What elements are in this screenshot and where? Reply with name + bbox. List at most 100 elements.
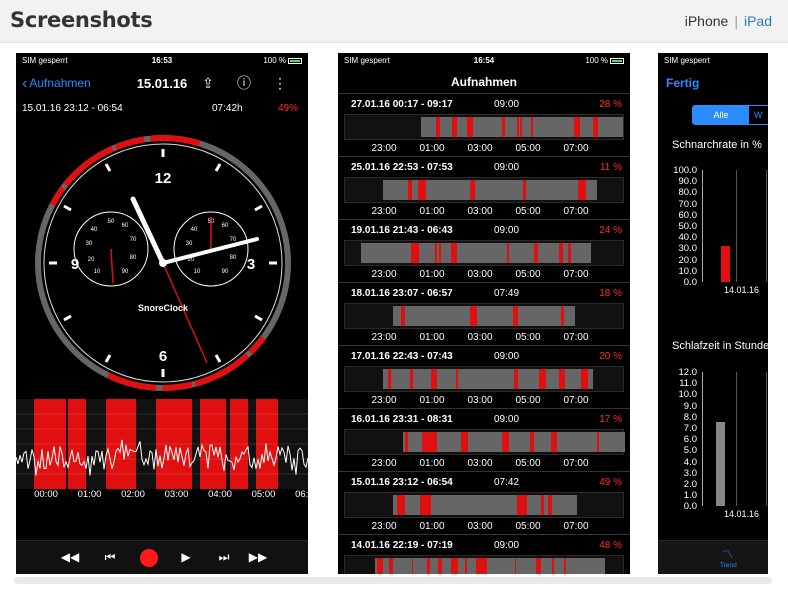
snore-segment [482,558,486,574]
axis-tick-label: 01:00 [419,521,445,532]
chart-bar[interactable] [721,246,730,282]
y-tick-label: 7.0 [683,423,697,434]
snore-segment [470,180,476,200]
left-dial-tick: 40 [91,227,98,233]
screenshot-strip[interactable]: SIM gesperrt 16:53 100 % ‹ Aufnahmen 15.0… [0,42,788,592]
recording-row[interactable]: 27.01.16 00:17 - 09:17 09:00 28 % 23:00 01:0… [338,93,630,156]
sleep-span [383,180,597,200]
left-dial-tick: 50 [108,219,115,225]
skip-back-icon[interactable]: ⏮ [105,550,116,565]
snore-segment [520,117,522,137]
app-store-screenshots-section: Screenshots iPhone | iPad SIM gesperrt 16:… [0,0,788,592]
recording-row[interactable]: 17.01.16 22:43 - 07:43 09:00 20 % 23:00 01:0… [338,345,630,408]
recording-row[interactable]: 19.01.16 21:43 - 06:43 09:00 24 % 23:00 01:0… [338,219,630,282]
more-icon[interactable]: ⋮ [262,75,298,92]
snore-segment [501,117,505,137]
snore-segment [476,558,483,574]
y-tick-label: 30.0 [678,243,698,255]
left-dial-tick: 90 [122,269,129,275]
axis-tick-label: 01:00 [419,458,445,469]
time-axis-label: 02:00 [121,489,145,500]
tab-iphone[interactable]: iPhone [685,13,729,29]
segment-all[interactable]: Alle [693,106,749,124]
fast-forward-icon[interactable]: ▶▶ [249,550,267,564]
info-icon[interactable]: ⓘ [226,73,262,93]
snore-segment [439,243,441,263]
snore-segment [535,558,542,574]
recording-row[interactable]: 15.01.16 23:12 - 06:54 07:42 49 % 23:00 01:0… [338,471,630,534]
axis-tick-label: 05:00 [515,521,541,532]
axis-tick-label: 05:00 [515,332,541,343]
recording-range: 16.01.16 23:31 - 08:31 [351,414,453,425]
tab-ipad[interactable]: iPad [744,13,772,29]
snore-percent: 49 % [599,477,622,488]
left-dial-tick: 70 [130,237,137,243]
snore-segment [426,558,430,574]
snore-segment [563,558,566,574]
snore-segment [539,369,547,389]
left-dial-tick: 10 [94,269,101,275]
snore-segment [450,243,458,263]
snore-segment [418,180,427,200]
y-tick-label: 10.0 [678,389,698,401]
recording-timeline [344,303,624,329]
recording-timeline [344,114,624,140]
battery-icon [610,58,624,64]
snore-segment [593,117,599,137]
axis-tick-label: 01:00 [419,332,445,343]
y-tick-label: 0.0 [683,501,697,513]
recording-timeline [344,492,624,518]
playback-controls: ◀◀ ⏮ ▶ ⏭ ▶▶ [16,540,308,574]
period-segment: Alle W [692,105,768,125]
snore-segment [559,243,564,263]
recording-timeline [344,240,624,266]
recording-duration: 07:42h [212,103,243,114]
y-tick-label: 9.0 [683,400,697,412]
trend-icon[interactable]: 〽 [722,546,733,562]
status-bar: SIM gesperrt 16:54 100 % [338,53,630,67]
horizontal-scrollbar[interactable] [14,577,772,584]
snore-segment [451,117,457,137]
x-gridline [766,170,767,282]
recording-row[interactable]: 25.01.16 22:53 - 07:53 09:00 11 % 23:00 01:0… [338,156,630,219]
snore-segment [534,243,538,263]
rewind-icon[interactable]: ◀◀ [61,550,79,564]
chart-bar[interactable] [716,422,725,507]
recording-duration: 09:00 [494,351,520,362]
snore-segment [404,432,409,452]
recording-row[interactable]: 16.01.16 23:31 - 08:31 09:00 17 % 23:00 01:0… [338,408,630,471]
tab-trend-label[interactable]: Trend [720,562,737,569]
y-tick-label: 10.0 [678,265,698,277]
screenshot-detail[interactable]: SIM gesperrt 16:53 100 % ‹ Aufnahmen 15.0… [16,53,308,574]
y-tick-label: 100.0 [673,165,697,176]
time-axis-label: 06:00 [295,489,308,500]
recording-row[interactable]: 18.01.16 23:07 - 06:57 07:49 18 % 23:00 01:0… [338,282,630,345]
snore-segment [561,306,565,326]
chart-title-snore-rate: Schnarchrate in % [672,139,762,151]
clock-brand: SnoreClock [138,303,189,313]
right-dial-tick: 60 [222,223,229,229]
sleep-span [393,306,575,326]
skip-forward-icon[interactable]: ⏭ [219,550,230,565]
left-dial-tick: 20 [88,257,95,263]
time-axis-label: 04:00 [208,489,232,500]
clock-number-6: 6 [159,348,167,365]
screenshot-recordings[interactable]: SIM gesperrt 16:54 100 % Aufnahmen 27.01… [338,53,630,574]
y-tick-label: 60.0 [678,209,698,221]
snore-segment [558,369,565,389]
axis-tick-label: 23:00 [371,332,397,343]
done-button[interactable]: Fertig [666,76,699,90]
battery-icon [288,58,302,64]
share-icon[interactable]: ⇪ [190,75,226,92]
snore-segment [574,117,580,137]
recording-row[interactable]: 14.01.16 22:19 - 07:19 09:00 48 % [338,534,630,574]
play-icon[interactable]: ▶ [181,550,190,564]
screenshot-trend[interactable]: SIM gesperrt Fertig Alle W Schnarchrate … [658,53,768,574]
recording-timeline [344,429,625,455]
segment-week[interactable]: W [750,106,768,124]
snore-segment [551,432,558,452]
axis-tick-label: 23:00 [371,395,397,406]
snore-segment [465,558,468,574]
snore-segment [514,558,517,574]
record-icon[interactable] [140,549,158,567]
